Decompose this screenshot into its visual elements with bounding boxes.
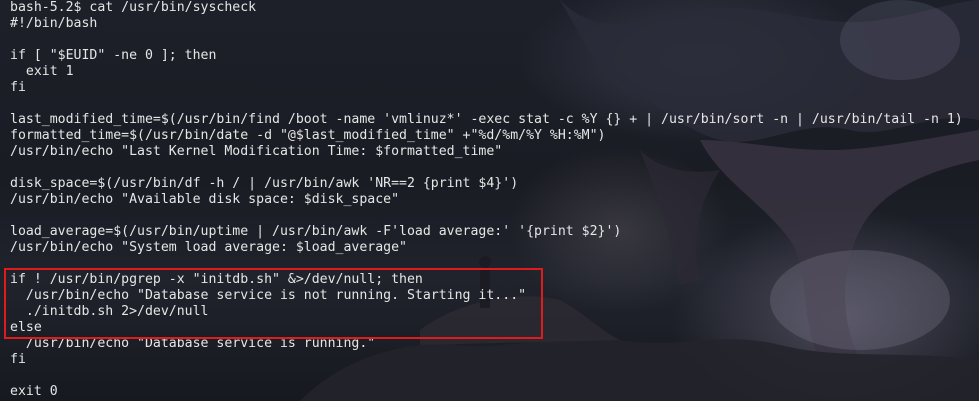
- script-line: [10, 96, 979, 112]
- red-highlight-box: [4, 268, 543, 339]
- script-line: /usr/bin/echo "Available disk space: $di…: [10, 192, 400, 207]
- script-line: /usr/bin/echo "Last Kernel Modification …: [10, 144, 503, 159]
- script-line: [10, 368, 979, 384]
- script-line: if [ "$EUID" -ne 0 ]; then: [10, 48, 217, 63]
- script-line: [10, 32, 979, 48]
- script-line: [10, 208, 979, 224]
- script-line: load_average=$(/usr/bin/uptime | /usr/bi…: [10, 224, 622, 239]
- script-line: formatted_time=$(/usr/bin/date -d "@$las…: [10, 128, 606, 143]
- command-line: bash-5.2$ cat /usr/bin/syscheck: [10, 0, 257, 15]
- script-line: last_modified_time=$(/usr/bin/find /boot…: [10, 112, 963, 127]
- script-line: fi: [10, 80, 26, 95]
- script-line: fi: [10, 352, 26, 367]
- script-line: disk_space=$(/usr/bin/df -h / | /usr/bin…: [10, 176, 519, 191]
- script-line: #!/bin/bash: [10, 16, 98, 31]
- script-line: exit 1: [10, 64, 74, 79]
- script-line: exit 0: [10, 384, 58, 399]
- script-line: [10, 160, 979, 176]
- terminal-output: bash-5.2$ cat /usr/bin/syscheck #!/bin/ba…: [10, 0, 979, 401]
- script-line: /usr/bin/echo "System load average: $loa…: [10, 240, 407, 255]
